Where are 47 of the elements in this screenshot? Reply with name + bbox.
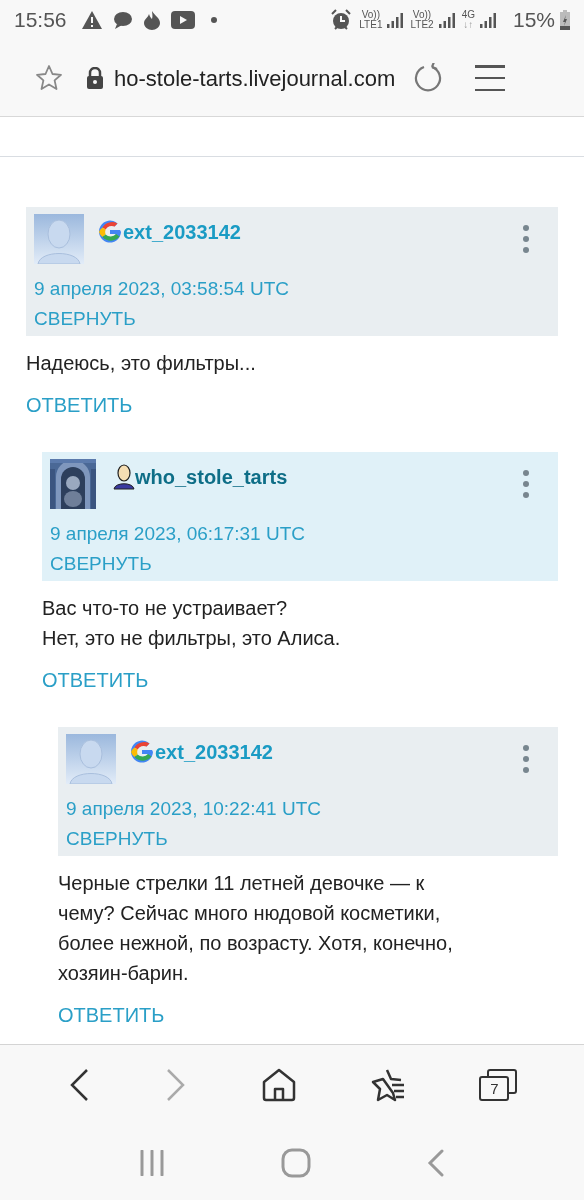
network-label: LTE1 [359,20,383,30]
more-options-button[interactable] [522,225,530,253]
signal-icon [479,12,496,28]
comment-text: Черные стрелки 11 летней девочке — к чему? Сейчас много нюдовой косметики, более нежной, по возрасту. Хотя, конечно, хозяин-барин. [58,871,453,986]
alarm-icon [330,9,353,31]
video-play-icon [170,11,195,29]
battery-icon [560,10,570,30]
google-g-icon [97,219,123,245]
network-label: ↓↑ [463,20,474,30]
google-g-icon [129,739,155,765]
reply-link[interactable]: ОТВЕТИТЬ [26,392,133,418]
bookmark-star-button[interactable] [34,63,64,93]
more-options-button[interactable] [522,470,530,498]
avatar-silhouette-icon [66,734,116,784]
collapse-link[interactable]: СВЕРНУТЬ [50,551,152,577]
more-options-button[interactable] [522,745,530,773]
dot-icon [210,17,217,23]
reload-button[interactable] [413,63,444,93]
reply-link[interactable]: ОТВЕТИТЬ [58,1002,165,1028]
network-label: Vo)) [412,10,432,20]
username-link[interactable]: who_stole_tarts [135,462,288,492]
username-link[interactable]: ext_2033142 [123,217,241,247]
signal-icon [438,12,455,28]
comment-date-link[interactable]: 9 апреля 2023, 10:22:41 UTC [66,796,321,822]
signal-icon [387,12,404,28]
bookmarks-button[interactable] [370,1067,407,1103]
comment-text: Вас что-то не устраивает? Нет, это не фильтры, это Алиса. [42,596,341,651]
flame-icon [142,10,161,30]
username-link[interactable]: ext_2033142 [155,737,273,767]
network-label: LTE2 [410,20,434,30]
menu-button[interactable] [475,65,506,91]
home-nav-button[interactable] [281,1148,311,1178]
comment-date-link[interactable]: 9 апреля 2023, 03:58:54 UTC [34,276,289,302]
network-label: Vo)) [361,10,381,20]
home-button[interactable] [260,1067,297,1103]
network-label: 4G [461,10,475,20]
collapse-link[interactable]: СВЕРНУТЬ [66,826,168,852]
collapse-link[interactable]: СВЕРНУТЬ [34,306,136,332]
clock-time: 15:56 [14,7,67,34]
chat-bubble-icon [112,11,133,29]
warning-icon [80,10,103,30]
battery-percent: 15% [512,7,555,34]
comment-text: Надеюсь, это фильтры... [26,351,256,376]
reply-link[interactable]: ОТВЕТИТЬ [42,667,149,693]
comment-date-link[interactable]: 9 апреля 2023, 06:17:31 UTC [50,521,305,547]
user-icon [113,464,135,490]
avatar-silhouette-icon [34,214,84,264]
